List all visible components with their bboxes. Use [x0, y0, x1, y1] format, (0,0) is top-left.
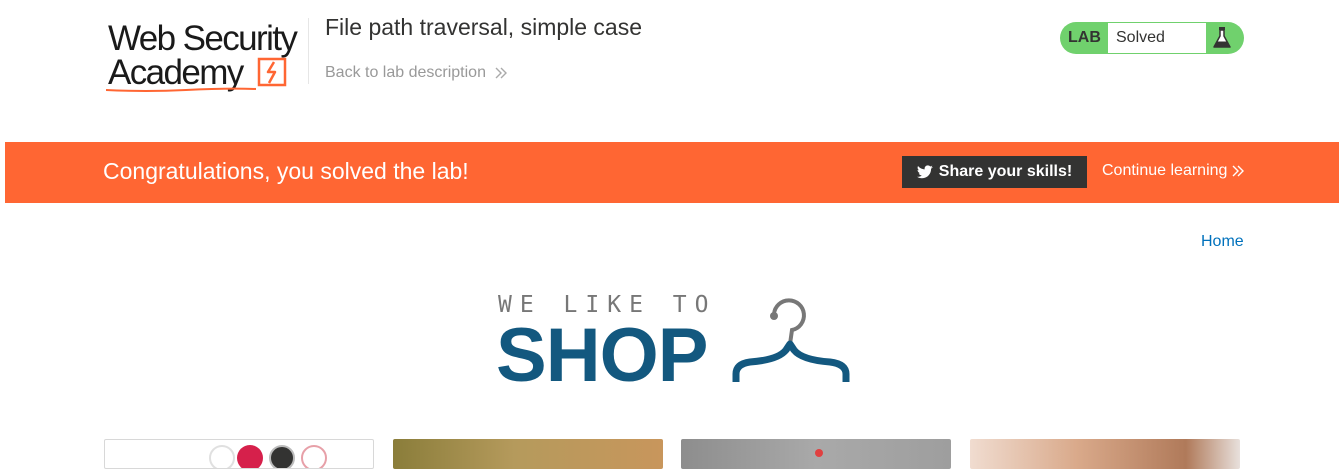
back-link-label: Back to lab description	[325, 64, 486, 81]
continue-learning-label: Continue learning	[1102, 162, 1228, 179]
product-image-detail	[237, 445, 263, 468]
double-chevron-right-icon	[1232, 165, 1245, 177]
lab-status-text: Solved	[1108, 23, 1206, 53]
solved-banner: Congratulations, you solved the lab! Sha…	[5, 142, 1339, 203]
back-to-lab-description-link[interactable]: Back to lab description	[325, 64, 508, 82]
double-chevron-right-icon	[495, 67, 507, 79]
congratulations-message: Congratulations, you solved the lab!	[103, 158, 469, 184]
share-your-skills-button[interactable]: Share your skills!	[902, 156, 1087, 188]
product-image-detail	[815, 449, 823, 457]
continue-learning-link[interactable]: Continue learning	[1102, 162, 1245, 180]
lab-header: Web Security Academy File path traversal…	[0, 0, 1344, 142]
product-card-image[interactable]	[970, 439, 1240, 469]
logo-text-line2: Academy	[108, 53, 244, 92]
product-card-image[interactable]	[104, 439, 374, 469]
lab-tag: LAB	[1068, 29, 1101, 46]
product-image-detail	[301, 445, 327, 468]
header-divider	[308, 18, 309, 84]
share-button-label: Share your skills!	[938, 163, 1073, 180]
lab-title: File path traversal, simple case	[325, 14, 643, 40]
logo-lightning-icon	[257, 57, 287, 87]
shop-logo-word: SHOP	[496, 313, 708, 398]
product-image-detail	[209, 445, 235, 468]
product-card-image[interactable]	[681, 439, 951, 469]
logo-text-line1: Web Security	[108, 19, 298, 58]
lab-status-widget: LAB Solved	[1060, 22, 1244, 54]
product-card-image[interactable]	[393, 439, 663, 469]
hanger-icon	[732, 298, 850, 382]
twitter-bird-icon	[916, 165, 933, 179]
flask-icon	[1213, 27, 1231, 48]
home-link[interactable]: Home	[1201, 233, 1244, 251]
web-security-academy-logo[interactable]: Web Security Academy	[104, 18, 309, 94]
product-image-detail	[269, 445, 295, 468]
logo-underline	[106, 87, 256, 92]
